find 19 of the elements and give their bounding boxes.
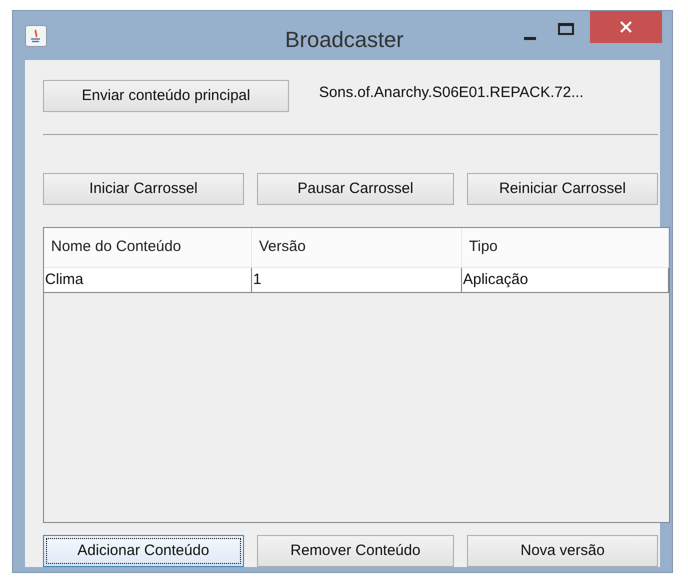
table-cell: Clima [44,268,252,292]
column-header[interactable]: Tipo [462,228,669,267]
close-icon [619,20,633,34]
java-icon [25,24,47,46]
column-header[interactable]: Versão [252,228,462,267]
action-button[interactable]: Iniciar Carrossel [43,173,244,205]
action-button[interactable]: Adicionar Conteúdo [43,535,244,567]
action-button[interactable]: Remover Conteúdo [256,535,454,567]
column-header[interactable]: Nome do Conteúdo [44,228,252,267]
action-button[interactable]: Enviar conteúdo principal [43,80,289,112]
close-button[interactable] [590,11,662,43]
table-cell: 1 [252,268,462,292]
file-name-label: Sons.of.Anarchy.S06E01.REPACK.72... [319,83,584,103]
maximize-icon[interactable] [558,23,574,35]
action-button[interactable]: Reiniciar Carrossel [466,173,658,205]
action-button[interactable]: Pausar Carrossel [256,173,454,205]
window-title: Broadcaster [285,26,404,54]
action-button[interactable]: Nova versão [467,535,658,567]
table-cell: Aplicação [462,268,669,292]
